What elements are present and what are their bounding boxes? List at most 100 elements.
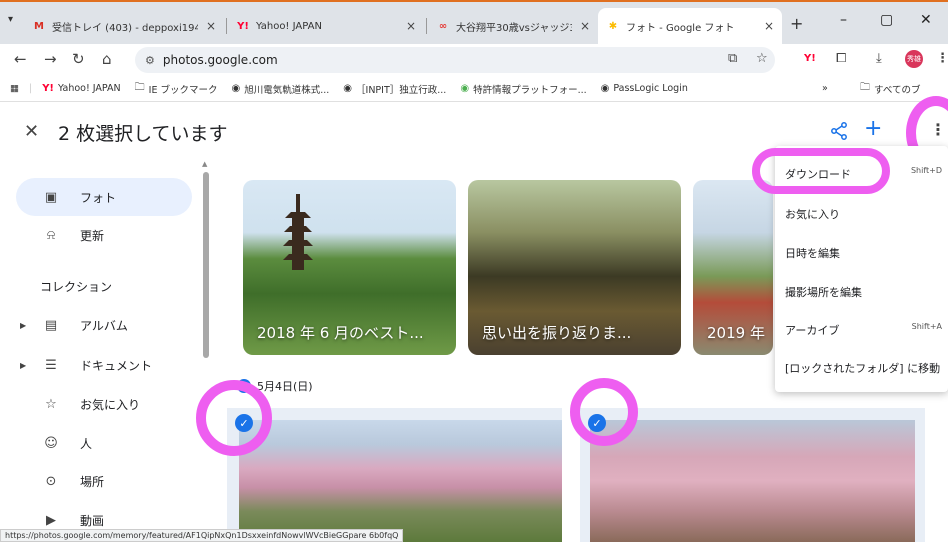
tab-news[interactable]: ∞ 大谷翔平30歳vsジャッジ33歳「 ×: [428, 8, 598, 44]
sidebar-item-places[interactable]: ⊙ 場所: [16, 462, 192, 500]
sidebar-scrollbar[interactable]: [203, 172, 209, 358]
tab-google-photos[interactable]: ✱ フォト - Google フォト ×: [598, 8, 782, 44]
menu-item-shortcut: Shift+A: [911, 322, 942, 331]
new-tab-button[interactable]: +: [790, 14, 803, 33]
menu-item-label: アーカイブ: [785, 324, 840, 337]
bookmark-label: PassLogic Login: [613, 83, 688, 94]
back-arrow-icon[interactable]: ←: [14, 50, 27, 68]
star-icon: ☆: [45, 396, 57, 412]
collection-heading: コレクション: [40, 280, 113, 294]
sidebar-item-label: 場所: [80, 474, 105, 489]
menu-item-move-to-locked-folder[interactable]: [ロックされたフォルダ] に移動: [785, 360, 948, 376]
home-icon[interactable]: ⌂: [102, 50, 112, 68]
expand-caret-icon[interactable]: ▶: [20, 321, 34, 330]
bookmark-label: IE ブックマーク: [148, 84, 218, 96]
bookmark-label: すべてのブ: [874, 84, 921, 96]
bookmark-item[interactable]: ◉ 旭川電気軌道株式...: [231, 82, 329, 96]
tab-title: 受信トレイ (403) - deppoxi1949: [52, 22, 198, 34]
bookmarks-overflow-button[interactable]: »: [822, 83, 828, 94]
memory-caption: 2019 年: [707, 324, 765, 342]
close-tab-icon[interactable]: ×: [406, 19, 416, 33]
video-icon: ▶: [46, 512, 56, 528]
bookmark-item[interactable]: ◉ 特許情報プラットフォー...: [460, 82, 586, 96]
menu-item-shortcut: Shift+D: [910, 166, 942, 175]
close-tab-icon[interactable]: ×: [580, 19, 590, 33]
sidebar-item-people[interactable]: ☺ 人: [16, 424, 192, 462]
highlight-ring-download: [752, 148, 890, 194]
menu-item-edit-date[interactable]: 日時を編集: [785, 245, 948, 261]
browser-menu-icon[interactable]: ⋮: [936, 51, 948, 66]
bookmark-divider: |: [28, 83, 33, 94]
bookmark-label: 旭川電気軌道株式...: [244, 84, 330, 96]
maximize-button[interactable]: ▢: [880, 12, 893, 28]
close-tab-icon[interactable]: ×: [764, 19, 774, 33]
tab-yahoo[interactable]: Y! Yahoo! JAPAN ×: [228, 8, 424, 44]
bookmark-item[interactable]: 🗀 IE ブックマーク: [135, 80, 218, 97]
bookmark-label: ［INPIT］独立行政...: [356, 84, 447, 96]
sidebar-item-label: フォト: [80, 190, 117, 205]
bookmarks-bar: ▦ | Y! Yahoo! JAPAN 🗀 IE ブックマーク ◉ 旭川電気軌道株式.…: [0, 76, 948, 102]
sidebar-item-photos[interactable]: ▣ フォト: [16, 178, 192, 216]
tab-separator: [426, 18, 427, 34]
menu-item-archive[interactable]: アーカイブ Shift+A: [785, 322, 948, 338]
close-tab-icon[interactable]: ×: [206, 19, 216, 33]
album-icon: ▤: [44, 317, 58, 333]
sidebar-item-label: 動画: [80, 513, 105, 528]
menu-item-label: [ロックされたフォルダ] に移動: [785, 362, 941, 375]
yahoo-icon: Y!: [237, 20, 249, 32]
add-icon[interactable]: +: [864, 116, 882, 141]
extensions-icon[interactable]: ⧠: [836, 51, 846, 66]
expand-caret-icon[interactable]: ▶: [20, 361, 34, 370]
address-bar[interactable]: ⚙ photos.google.com: [135, 47, 775, 73]
download-icon[interactable]: ⤓: [876, 51, 882, 66]
sidebar-item-favorites[interactable]: ☆ お気に入り: [16, 385, 192, 423]
google-photos-icon: ✱: [608, 20, 618, 32]
sidebar-item-label: 更新: [80, 228, 105, 243]
browser-toolbar: ← → ↻ ⌂ ⚙ photos.google.com ⧉ ☆ Y! ⧠ ⤓ ⋮: [0, 44, 948, 76]
clear-selection-button[interactable]: ✕: [24, 121, 39, 142]
photo-tile[interactable]: ✓: [227, 408, 562, 542]
globe-icon: ◉: [600, 83, 610, 94]
bookmark-item[interactable]: ◉ ［INPIT］独立行政...: [343, 82, 446, 96]
globe-icon: ◉: [343, 83, 353, 94]
folder-icon: 🗀: [860, 82, 870, 93]
tab-title: Yahoo! JAPAN: [256, 20, 322, 32]
tab-strip-accent: [0, 0, 948, 2]
all-bookmarks-button[interactable]: 🗀 すべてのブ: [860, 80, 920, 97]
tab-gmail[interactable]: M 受信トレイ (403) - deppoxi1949 ×: [24, 8, 224, 44]
cast-icon[interactable]: ⧉: [728, 51, 737, 66]
menu-item-favorite[interactable]: お気に入り: [785, 206, 948, 222]
bookmark-label: 特許情報プラットフォー...: [473, 84, 587, 96]
share-icon[interactable]: [830, 122, 848, 144]
yahoo-extension-icon[interactable]: Y!: [804, 53, 816, 64]
memory-card[interactable]: 思い出を振り返りま...: [468, 180, 681, 355]
forward-arrow-icon[interactable]: →: [44, 50, 57, 68]
gmail-icon: M: [34, 20, 44, 32]
globe-icon: ◉: [231, 83, 241, 94]
globe-icon: ◉: [460, 83, 470, 94]
close-window-button[interactable]: ✕: [920, 12, 932, 28]
bookmark-item[interactable]: ◉ PassLogic Login: [601, 83, 688, 94]
sidebar-item-albums[interactable]: ▶ ▤ アルバム: [16, 306, 192, 344]
sidebar-item-documents[interactable]: ▶ ☰ ドキュメント: [16, 346, 192, 384]
bookmark-star-icon[interactable]: ☆: [756, 51, 768, 66]
menu-item-edit-location[interactable]: 撮影場所を編集: [785, 284, 948, 300]
bookmark-label: Yahoo! JAPAN: [58, 83, 121, 94]
tab-search-icon[interactable]: ▾: [8, 14, 13, 25]
bookmark-item[interactable]: Y! Yahoo! JAPAN: [42, 83, 120, 94]
sidebar-item-label: ドキュメント: [80, 358, 153, 373]
highlight-ring-check-2: [570, 378, 638, 446]
reload-icon[interactable]: ↻: [72, 50, 85, 68]
sidebar: ▣ フォト ⍾ 更新 コレクション ▶ ▤ アルバム ▶ ☰ ドキュメント ☆ …: [0, 160, 215, 542]
apps-grid-icon[interactable]: ▦: [10, 83, 19, 94]
sidebar-item-updates[interactable]: ⍾ 更新: [16, 216, 192, 254]
site-info-icon[interactable]: ⚙: [145, 54, 155, 67]
memory-card[interactable]: 2019 年: [693, 180, 773, 355]
page-title: 2 枚選択しています: [58, 123, 228, 145]
minimize-button[interactable]: –: [840, 12, 847, 28]
scroll-up-arrow[interactable]: ▲: [202, 160, 207, 168]
avatar[interactable]: 秀雄: [905, 50, 923, 68]
memory-card[interactable]: 2018 年 6 月のベスト...: [243, 180, 456, 355]
url-text: photos.google.com: [162, 53, 278, 67]
sidebar-item-label: お気に入り: [80, 397, 141, 412]
